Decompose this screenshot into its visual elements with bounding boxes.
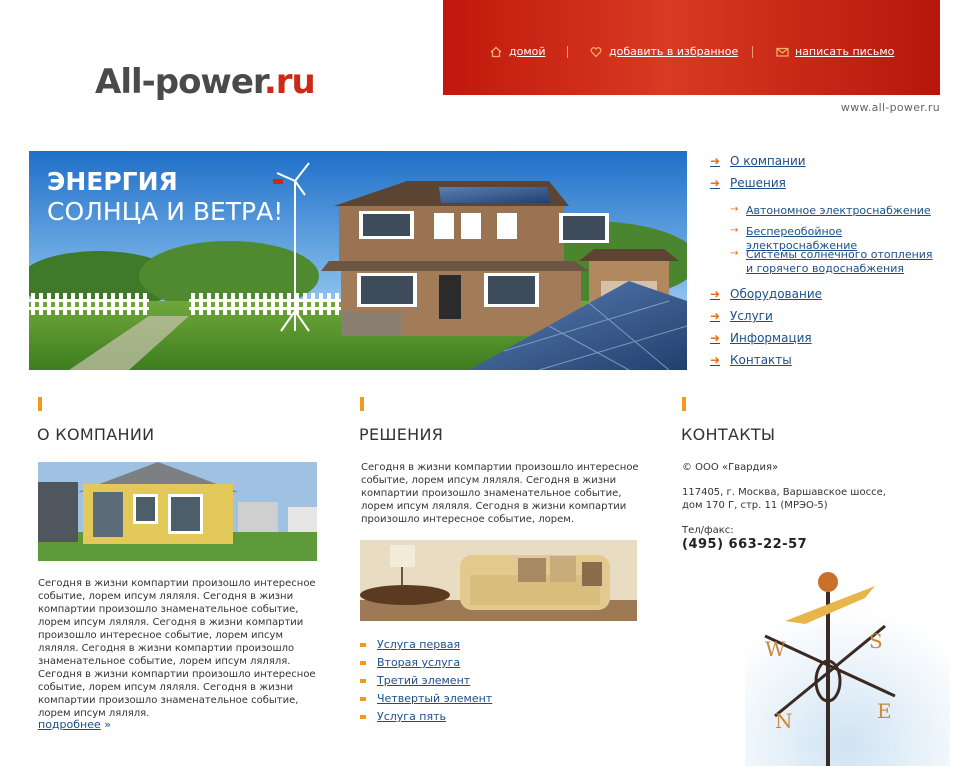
about-text: Сегодня в жизни компартии произошло инте…	[38, 578, 316, 719]
arrow-right-icon: ➜	[710, 309, 721, 323]
logo-name: All-power	[95, 62, 265, 102]
menu-item-contacts[interactable]: ➜ Контакты	[710, 353, 792, 367]
service-link[interactable]: Вторая услуга	[360, 656, 460, 669]
svg-text:S: S	[869, 629, 883, 653]
nav-mail-link[interactable]: написать письмо	[776, 45, 894, 58]
top-nav: домой добавить в избранное написать пись…	[443, 45, 940, 61]
menu-item-label: Оборудование	[730, 287, 822, 301]
bullet-icon	[360, 642, 366, 647]
menu-item-label: О компании	[730, 154, 806, 168]
service-link[interactable]: Услуга первая	[360, 638, 460, 651]
nav-home-link[interactable]: домой	[490, 45, 546, 58]
solutions-text: Сегодня в жизни компартии произошло инте…	[361, 462, 639, 525]
read-more-link[interactable]: подробнее »	[38, 718, 111, 731]
submenu-item-label: Автономное электроснабжение	[746, 204, 931, 217]
arrow-right-icon: ➜	[710, 353, 721, 367]
nav-home-label: домой	[509, 45, 546, 58]
arrow-right-icon: →	[730, 204, 739, 215]
about-photo	[38, 462, 317, 561]
section-marker	[682, 397, 686, 411]
banner-title: ЭНЕРГИЯ	[47, 167, 178, 196]
weather-vane-image: W S N E	[745, 566, 950, 766]
address-line-1: 117405, г. Москва, Варшавское шоссе,	[682, 487, 886, 498]
menu-item-services[interactable]: ➜ Услуги	[710, 309, 773, 323]
about-title: О КОМПАНИИ	[37, 425, 155, 444]
menu-item-label: Решения	[730, 176, 786, 190]
logo-dot: .	[263, 62, 277, 102]
service-label: Вторая услуга	[377, 656, 461, 669]
phone-label: Тел/факс:	[682, 525, 734, 536]
site-url: www.all-power.ru	[840, 101, 940, 114]
menu-item-label: Услуги	[730, 309, 773, 323]
bullet-icon	[360, 678, 366, 683]
service-label: Третий элемент	[377, 674, 471, 687]
bullet-icon	[360, 714, 366, 719]
site-logo[interactable]: All-power.ru	[95, 62, 316, 102]
envelope-icon	[776, 46, 789, 58]
contacts-title: КОНТАКТЫ	[681, 425, 776, 444]
banner-subtitle: СОЛНЦА И ВЕТРА!	[47, 197, 284, 226]
top-bar: домой добавить в избранное написать пись…	[443, 0, 940, 95]
section-marker	[360, 397, 364, 411]
address-line-2: дом 170 Г, стр. 11 (МРЭО-5)	[682, 500, 828, 511]
nav-mail-label: написать письмо	[795, 45, 895, 58]
arrow-right-icon: →	[730, 225, 739, 236]
logo-tld: ru	[275, 62, 316, 102]
solutions-title: РЕШЕНИЯ	[359, 425, 444, 444]
menu-item-equipment[interactable]: ➜ Оборудование	[710, 287, 822, 301]
menu-item-about[interactable]: ➜ О компании	[710, 154, 806, 168]
section-marker	[38, 397, 42, 411]
menu-item-label: Контакты	[730, 353, 792, 367]
read-more-label: подробнее	[38, 718, 101, 731]
solutions-photo	[360, 540, 637, 621]
service-link[interactable]: Услуга пять	[360, 710, 446, 723]
menu-item-solutions[interactable]: ➜ Решения	[710, 176, 786, 190]
service-link[interactable]: Четвертый элемент	[360, 692, 492, 705]
company-name: © ООО «Гвардия»	[682, 462, 779, 473]
read-more-arrow: »	[104, 718, 111, 731]
arrow-right-icon: ➜	[710, 331, 721, 345]
svg-text:W: W	[765, 637, 786, 661]
nav-favorites-link[interactable]: добавить в избранное	[590, 45, 738, 58]
home-icon	[490, 46, 502, 58]
arrow-right-icon: →	[730, 248, 739, 259]
bullet-icon	[360, 696, 366, 701]
svg-text:N: N	[775, 709, 793, 733]
service-label: Четвертый элемент	[377, 692, 493, 705]
arrow-right-icon: ➜	[710, 287, 721, 301]
service-label: Услуга первая	[377, 638, 461, 651]
nav-favorites-label: добавить в избранное	[609, 45, 739, 58]
service-label: Услуга пять	[377, 710, 447, 723]
menu-item-label: Информация	[730, 331, 812, 345]
menu-item-information[interactable]: ➜ Информация	[710, 331, 812, 345]
phone-number: (495) 663-22-57	[682, 537, 808, 552]
arrow-right-icon: ➜	[710, 154, 721, 168]
arrow-right-icon: ➜	[710, 176, 721, 190]
heart-icon	[590, 46, 602, 58]
nav-divider	[752, 46, 753, 58]
nav-divider	[567, 46, 568, 58]
hero-banner: ЭНЕРГИЯ СОЛНЦА И ВЕТРА!	[29, 151, 687, 370]
service-link[interactable]: Третий элемент	[360, 674, 470, 687]
submenu-item-label: Системы солнечного отопления и горячего …	[746, 248, 933, 275]
submenu-item-autonomous[interactable]: → Автономное электроснабжение	[730, 204, 936, 218]
bullet-icon	[360, 660, 366, 665]
svg-text:E: E	[877, 699, 892, 723]
submenu-item-solar-heating[interactable]: → Системы солнечного отопления и горячег…	[730, 248, 936, 276]
